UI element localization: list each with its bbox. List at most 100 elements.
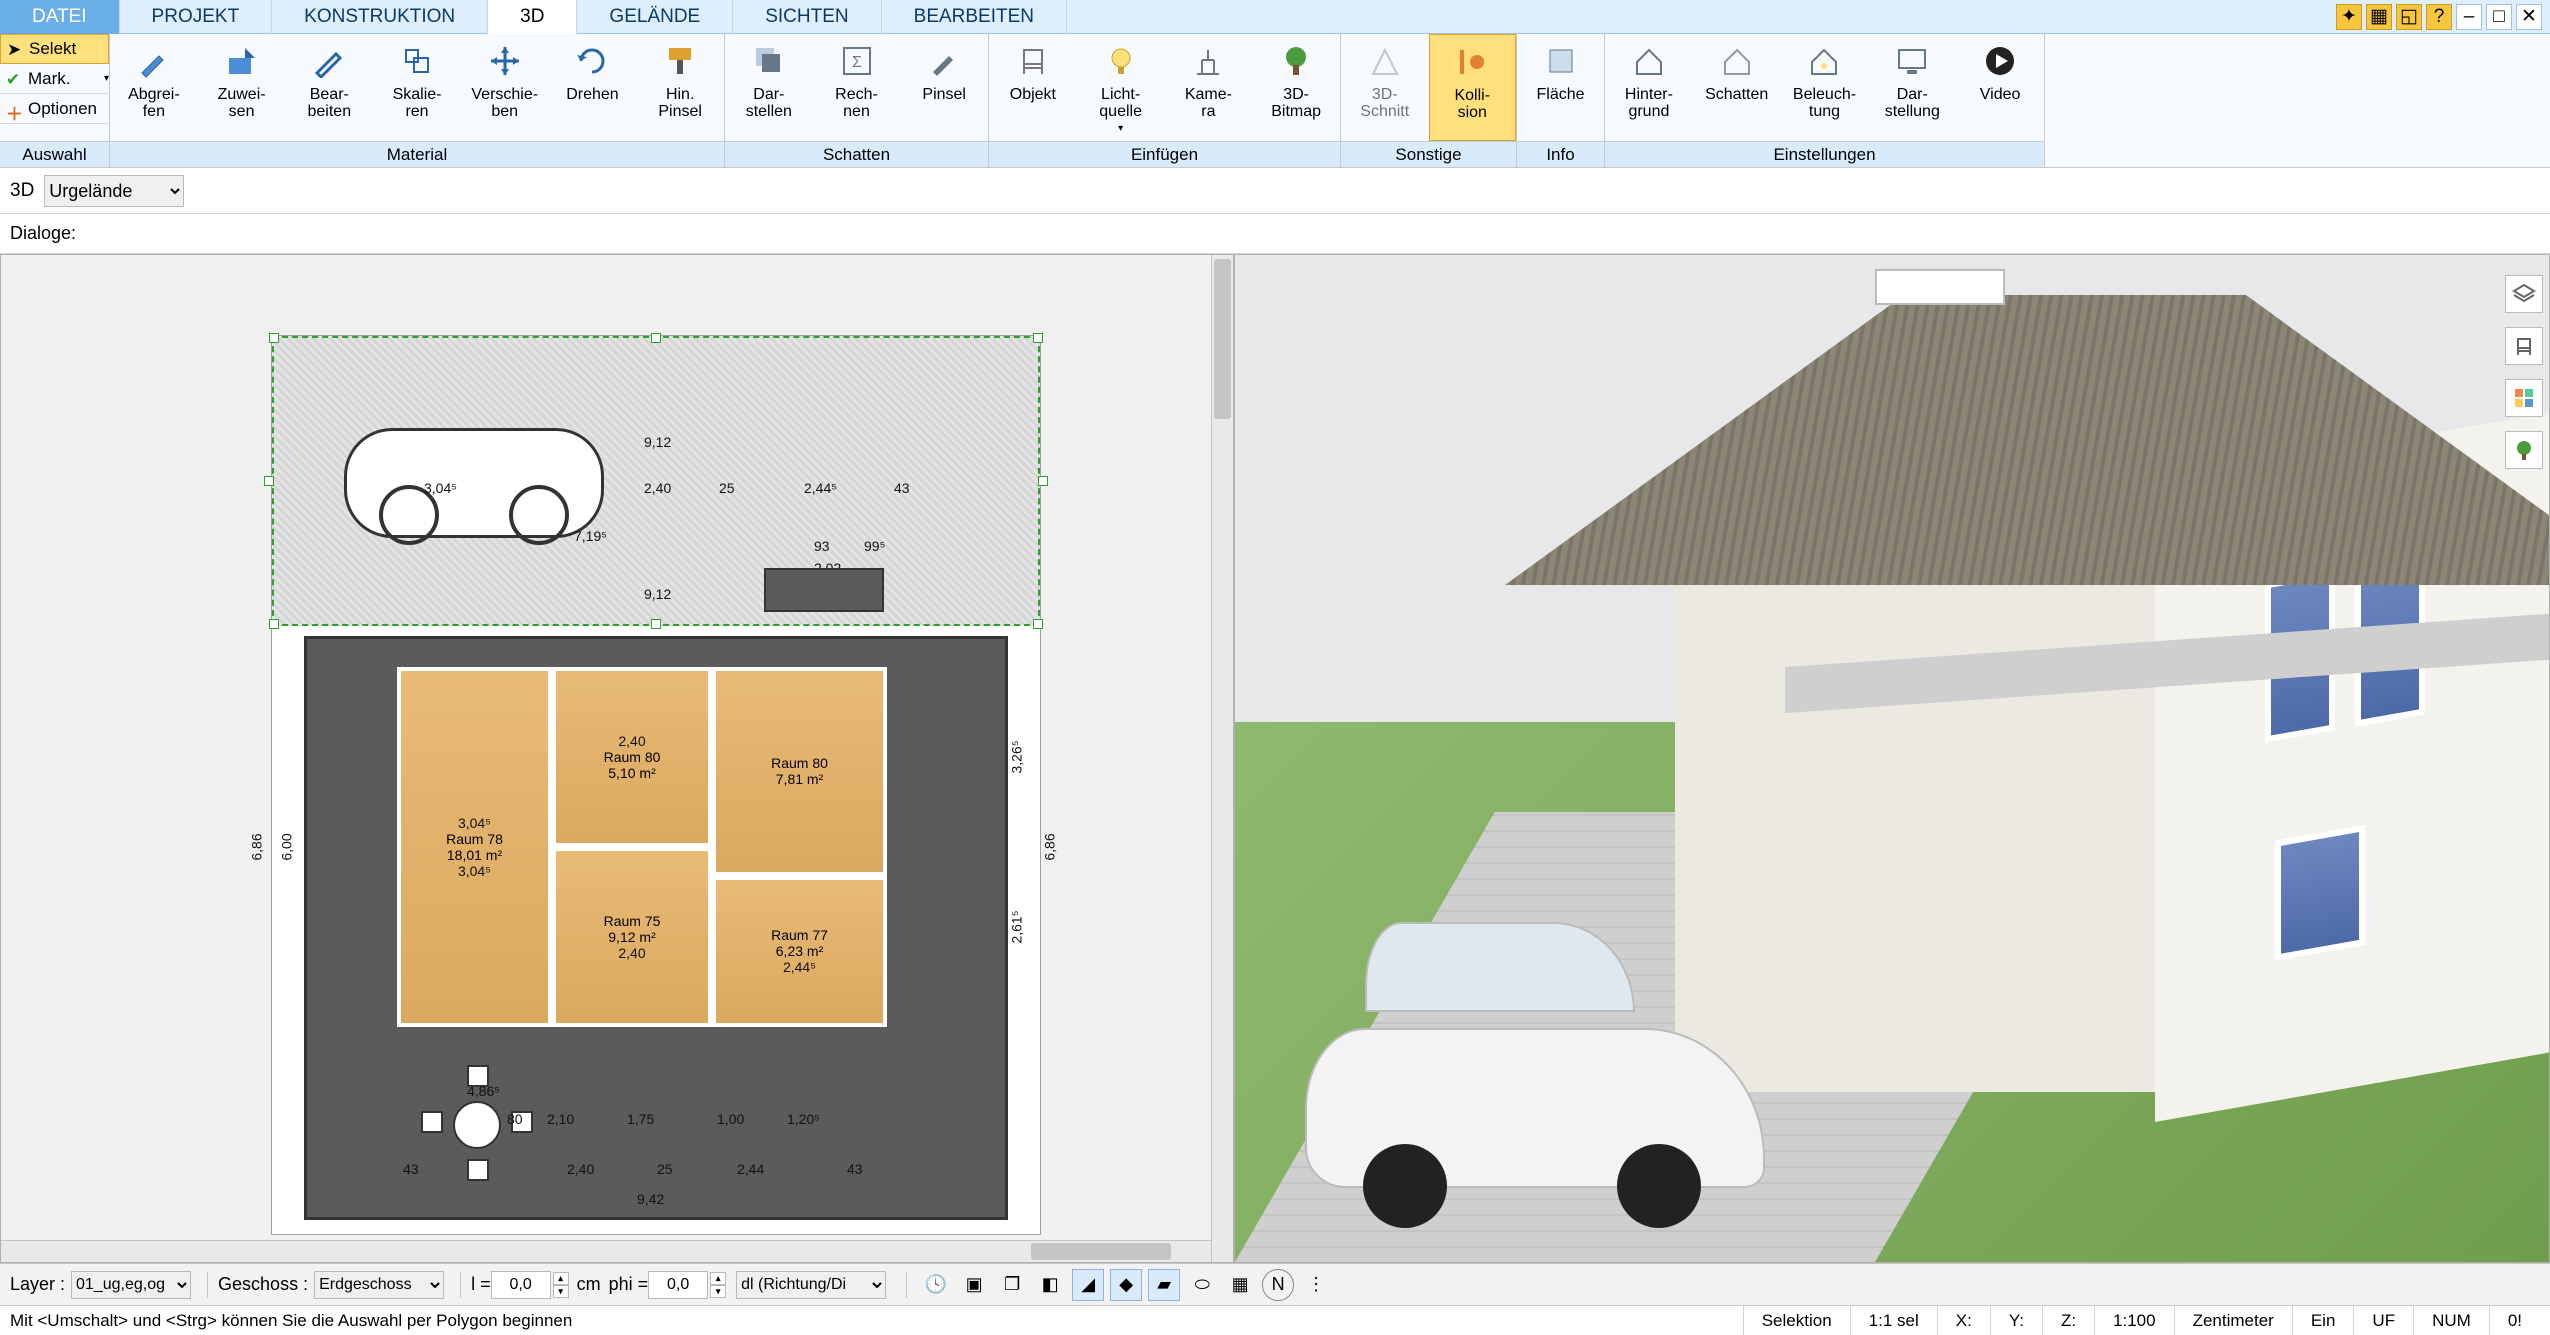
- edit-icon: [308, 40, 350, 82]
- btn-hintergrund[interactable]: Hinter- grund: [1605, 34, 1693, 141]
- grid-layers-icon[interactable]: ◧: [1034, 1269, 1066, 1301]
- phi-label: phi =: [609, 1274, 649, 1295]
- layer-select[interactable]: 01_ug,eg,og: [71, 1271, 191, 1299]
- btn-darstellen[interactable]: Dar- stellen: [725, 34, 813, 141]
- handle-n[interactable]: [651, 333, 661, 343]
- snap3-icon[interactable]: ▰: [1148, 1269, 1180, 1301]
- btn-video[interactable]: Video: [1956, 34, 2044, 141]
- grid-icon[interactable]: ▦: [1224, 1269, 1256, 1301]
- btn-verschieben[interactable]: Verschie- ben: [461, 34, 549, 141]
- plan-hscroll[interactable]: [1, 1240, 1211, 1262]
- geschoss-select[interactable]: Erdgeschoss: [314, 1271, 444, 1299]
- tab-bearbeiten[interactable]: BEARBEITEN: [882, 0, 1067, 34]
- arrow-icon: ➤: [7, 40, 25, 58]
- room-e: Raum 776,23 m²2,44⁵: [712, 876, 887, 1027]
- titlebar-btn-2[interactable]: ▦: [2366, 4, 2392, 30]
- btn-drehen[interactable]: Drehen: [549, 34, 637, 141]
- palette-icon[interactable]: [2505, 379, 2543, 417]
- btn-hinpinsel[interactable]: Hin. Pinsel: [636, 34, 724, 141]
- btn-pinsel[interactable]: Pinsel: [900, 34, 988, 141]
- handle-se[interactable]: [1033, 619, 1043, 629]
- l-spinner[interactable]: ▴▾: [553, 1272, 569, 1298]
- btn-kamera[interactable]: Kame- ra: [1165, 34, 1253, 141]
- layers-icon[interactable]: [2505, 275, 2543, 313]
- chair-view-icon[interactable]: [2505, 327, 2543, 365]
- ortho-icon[interactable]: ◢: [1072, 1269, 1104, 1301]
- layers2-icon[interactable]: ❐: [996, 1269, 1028, 1301]
- snap4-icon[interactable]: ⬭: [1186, 1269, 1218, 1301]
- status-selection: Selektion: [1743, 1306, 1850, 1335]
- phi-spinner[interactable]: ▴▾: [710, 1272, 726, 1298]
- mode-select[interactable]: dl (Richtung/Di: [736, 1271, 886, 1299]
- dim-bot4: 1,00: [717, 1111, 744, 1127]
- hscroll-thumb[interactable]: [1031, 1243, 1171, 1260]
- snap2-icon[interactable]: ◆: [1110, 1269, 1142, 1301]
- tab-3d[interactable]: 3D: [488, 0, 577, 34]
- close-button[interactable]: ✕: [2516, 4, 2542, 30]
- status-hint: Mit <Umschalt> und <Strg> können Sie die…: [10, 1311, 572, 1331]
- group-schatten-label: Schatten: [725, 141, 988, 167]
- btn-skalieren[interactable]: Skalie- ren: [373, 34, 461, 141]
- tree-view-icon[interactable]: [2505, 431, 2543, 469]
- btn-beleuchtung[interactable]: Beleuch- tung: [1781, 34, 1869, 141]
- l-input[interactable]: [491, 1271, 551, 1299]
- vscroll-thumb[interactable]: [1214, 259, 1231, 419]
- btn-lichtquelle[interactable]: Licht- quelle▾: [1077, 34, 1165, 141]
- tab-gelaende[interactable]: GELÄNDE: [577, 0, 733, 34]
- maximize-button[interactable]: □: [2486, 4, 2512, 30]
- snap-icon[interactable]: ▣: [958, 1269, 990, 1301]
- btn-flaeche[interactable]: Fläche: [1517, 34, 1604, 141]
- indoor-rooms: 3,04⁵ Raum 7818,01 m² 3,04⁵ 2,40Raum 805…: [397, 667, 887, 1027]
- dim-side2: 6,00: [279, 833, 295, 860]
- dim-6: 7,19⁵: [574, 528, 607, 544]
- plan-vscroll[interactable]: [1211, 255, 1233, 1262]
- dim-side1b: 6,86: [1041, 833, 1057, 860]
- btn-schatten2[interactable]: Schatten: [1693, 34, 1781, 141]
- north-icon[interactable]: N: [1262, 1269, 1294, 1301]
- view-3d-viewport[interactable]: [1234, 254, 2550, 1263]
- btn-schnitt[interactable]: 3D- Schnitt: [1341, 34, 1429, 141]
- status-bar: Mit <Umschalt> und <Strg> können Sie die…: [0, 1305, 2550, 1335]
- group-einstellungen: Hinter- grund Schatten Beleuch- tung Dar…: [1605, 34, 2045, 167]
- l-unit: cm: [577, 1274, 601, 1295]
- titlebar-btn-3[interactable]: ◱: [2396, 4, 2422, 30]
- layer-label: Layer :: [10, 1274, 65, 1295]
- mark-button[interactable]: ✔Mark.▾: [0, 64, 109, 94]
- car-top-view: [344, 428, 604, 538]
- btn-darstellung[interactable]: Dar- stellung: [1868, 34, 1956, 141]
- dim-side6: 3,26⁵: [1008, 740, 1024, 773]
- select-button[interactable]: ➤Selekt: [0, 34, 109, 64]
- more-icon[interactable]: ⋮: [1300, 1269, 1332, 1301]
- btn-objekt[interactable]: Objekt: [989, 34, 1077, 141]
- clock-icon[interactable]: 🕓: [920, 1269, 952, 1301]
- dim-side1: 6,86: [249, 833, 265, 860]
- options-button[interactable]: ＋Optionen: [0, 94, 109, 124]
- titlebar-btn-1[interactable]: ✦: [2336, 4, 2362, 30]
- btn-bitmap[interactable]: 3D- Bitmap: [1252, 34, 1340, 141]
- selected-terrain-area[interactable]: 9,12 3,04⁵ 2,40 25 2,44⁵ 43 7,19⁵ 93 99⁵…: [272, 336, 1040, 626]
- btn-kollision[interactable]: Kolli- sion: [1429, 34, 1517, 141]
- handle-s[interactable]: [651, 619, 661, 629]
- handle-nw[interactable]: [269, 333, 279, 343]
- phi-input[interactable]: [648, 1271, 708, 1299]
- plus-icon: ＋: [6, 100, 24, 118]
- storey-select[interactable]: Urgelände: [44, 175, 184, 207]
- btn-abgreifen[interactable]: Abgrei- fen: [110, 34, 198, 141]
- tab-sichten[interactable]: SICHTEN: [733, 0, 881, 34]
- dim-bot10: 9,42: [637, 1191, 664, 1207]
- plan-2d-viewport[interactable]: 9,12 3,04⁵ 2,40 25 2,44⁵ 43 7,19⁵ 93 99⁵…: [0, 254, 1234, 1263]
- handle-ne[interactable]: [1033, 333, 1043, 343]
- minimize-button[interactable]: –: [2456, 4, 2482, 30]
- handle-sw[interactable]: [269, 619, 279, 629]
- btn-rechnen[interactable]: ΣRech- nen: [813, 34, 901, 141]
- btn-zuweisen[interactable]: Zuwei- sen: [198, 34, 286, 141]
- handle-e[interactable]: [1038, 476, 1048, 486]
- area-icon: [1540, 40, 1582, 82]
- tab-datei[interactable]: DATEI: [0, 0, 120, 34]
- status-y: Y:: [1990, 1306, 2042, 1335]
- tab-projekt[interactable]: PROJEKT: [120, 0, 273, 34]
- btn-bearbeiten[interactable]: Bear- beiten: [285, 34, 373, 141]
- tab-konstruktion[interactable]: KONSTRUKTION: [272, 0, 488, 34]
- help-button[interactable]: ?: [2426, 4, 2452, 30]
- handle-w[interactable]: [264, 476, 274, 486]
